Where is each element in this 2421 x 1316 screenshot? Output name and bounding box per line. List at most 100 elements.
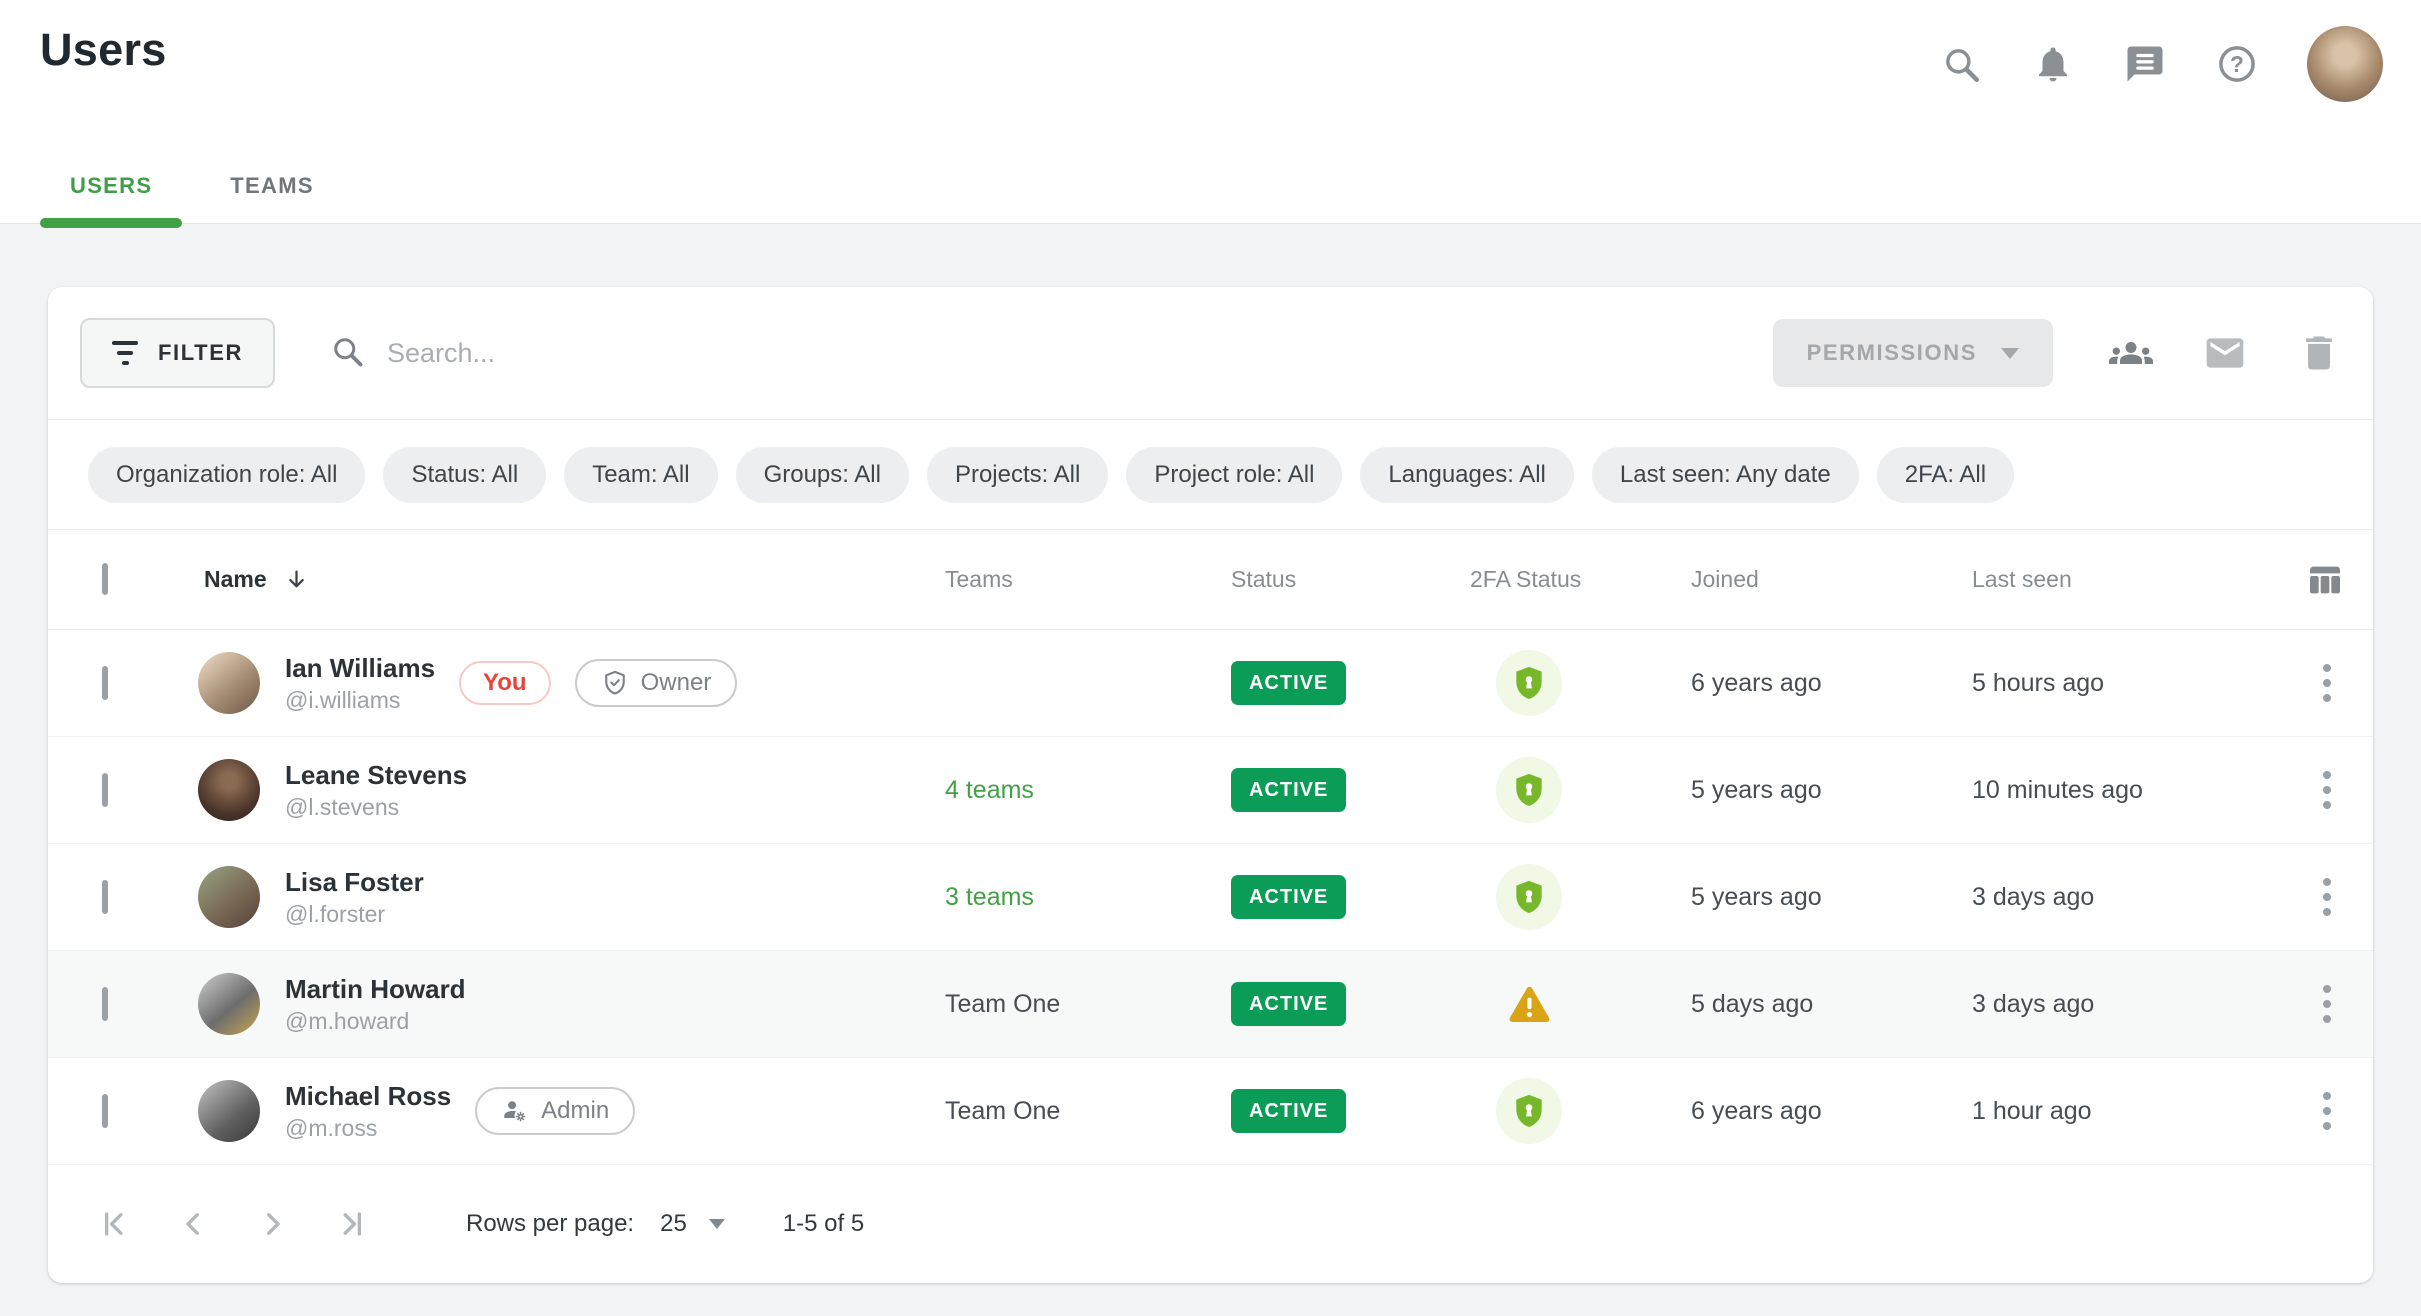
prev-page-icon[interactable] — [170, 1201, 216, 1247]
row-menu-kebab-icon[interactable] — [2315, 1084, 2339, 1138]
avatar — [198, 866, 260, 928]
avatar — [198, 973, 260, 1035]
row-checkbox[interactable] — [102, 987, 108, 1021]
rows-per-page-value: 25 — [660, 1210, 687, 1238]
admin-person-gear-icon — [501, 1097, 529, 1125]
permissions-button[interactable]: PERMISSIONS — [1773, 319, 2053, 387]
chip-last-seen[interactable]: Last seen: Any date — [1592, 447, 1859, 503]
chevron-down-icon — [2001, 348, 2019, 359]
help-icon[interactable]: ? — [2215, 42, 2259, 86]
last-seen-cell: 5 hours ago — [1972, 669, 2262, 698]
chip-projects[interactable]: Projects: All — [927, 447, 1108, 503]
table-row[interactable]: Leane Stevens @l.stevens 4 teams ACTIVE … — [48, 737, 2373, 844]
select-all-checkbox[interactable] — [102, 563, 108, 595]
first-page-icon[interactable] — [90, 1201, 136, 1247]
2fa-warning-icon — [1496, 982, 1562, 1027]
top-header: Users ? USERS TEAMS — [0, 0, 2421, 224]
search-input[interactable] — [387, 338, 947, 369]
last-seen-cell: 3 days ago — [1972, 883, 2262, 912]
column-header-joined: Joined — [1691, 566, 1972, 593]
chip-team[interactable]: Team: All — [564, 447, 717, 503]
pagination-bar: Rows per page: 25 1-5 of 5 — [48, 1165, 2373, 1283]
row-checkbox[interactable] — [102, 880, 108, 914]
row-checkbox[interactable] — [102, 1094, 108, 1128]
sort-desc-arrow-icon — [283, 566, 310, 593]
row-menu-kebab-icon[interactable] — [2315, 656, 2339, 710]
status-badge: ACTIVE — [1231, 768, 1346, 812]
tab-teams[interactable]: TEAMS — [200, 148, 344, 224]
user-name: Ian Williams — [285, 655, 435, 681]
chip-project-role[interactable]: Project role: All — [1126, 447, 1342, 503]
svg-text:?: ? — [2230, 51, 2244, 77]
last-seen-cell: 3 days ago — [1972, 990, 2262, 1019]
filter-button[interactable]: FILTER — [80, 318, 275, 388]
column-header-teams: Teams — [945, 566, 1231, 593]
joined-cell: 5 years ago — [1691, 883, 1972, 912]
notifications-bell-icon[interactable] — [2031, 42, 2075, 86]
shield-check-icon — [601, 669, 629, 697]
table-row[interactable]: Ian Williams @i.williams You Owner ACTIV… — [48, 630, 2373, 737]
tab-users[interactable]: USERS — [40, 148, 182, 224]
rows-per-page-select[interactable]: 25 — [660, 1210, 725, 1238]
chip-groups[interactable]: Groups: All — [736, 447, 909, 503]
email-icon[interactable] — [2203, 331, 2247, 375]
owner-badge-label: Owner — [641, 669, 712, 697]
table-row[interactable]: Michael Ross @m.ross Admin Team One ACTI… — [48, 1058, 2373, 1165]
avatar — [198, 652, 260, 714]
row-menu-kebab-icon[interactable] — [2315, 977, 2339, 1031]
last-page-icon[interactable] — [330, 1201, 376, 1247]
owner-badge: Owner — [575, 659, 738, 707]
joined-cell: 6 years ago — [1691, 669, 1972, 698]
column-settings-icon[interactable] — [2305, 560, 2345, 600]
avatar — [198, 1080, 260, 1142]
user-handle: @m.ross — [285, 1117, 451, 1140]
teams-link[interactable]: 4 teams — [945, 776, 1034, 804]
search-icon[interactable] — [1939, 42, 1983, 86]
column-header-status: Status — [1231, 566, 1470, 593]
profile-avatar[interactable] — [2307, 26, 2383, 102]
filter-chips-row: Organization role: All Status: All Team:… — [48, 420, 2373, 530]
next-page-icon[interactable] — [250, 1201, 296, 1247]
search-icon — [329, 333, 365, 374]
pagination-range: 1-5 of 5 — [783, 1210, 864, 1238]
user-name: Leane Stevens — [285, 762, 467, 788]
chevron-down-icon — [709, 1219, 725, 1229]
last-seen-cell: 10 minutes ago — [1972, 776, 2262, 805]
teams-cell: Team One — [945, 990, 1231, 1019]
search-area — [329, 333, 1773, 374]
chip-status[interactable]: Status: All — [383, 447, 546, 503]
column-header-name[interactable]: Name — [198, 566, 945, 593]
table-row[interactable]: Martin Howard @m.howard Team One ACTIVE … — [48, 951, 2373, 1058]
2fa-enabled-shield-icon — [1496, 864, 1562, 930]
avatar — [198, 759, 260, 821]
admin-badge-label: Admin — [541, 1097, 609, 1125]
table-header: Name Teams Status 2FA Status Joined Last… — [48, 530, 2373, 630]
joined-cell: 5 years ago — [1691, 776, 1972, 805]
row-menu-kebab-icon[interactable] — [2315, 763, 2339, 817]
user-name: Lisa Foster — [285, 869, 424, 895]
status-badge: ACTIVE — [1231, 1089, 1346, 1133]
rows-per-page-label: Rows per page: — [466, 1210, 634, 1238]
users-card: FILTER PERMISSIONS Organization role — [48, 287, 2373, 1283]
teams-link[interactable]: 3 teams — [945, 883, 1034, 911]
status-badge: ACTIVE — [1231, 661, 1346, 705]
delete-icon[interactable] — [2297, 331, 2341, 375]
user-name: Martin Howard — [285, 976, 466, 1002]
row-checkbox[interactable] — [102, 666, 108, 700]
page-title: Users — [40, 24, 167, 76]
status-badge: ACTIVE — [1231, 982, 1346, 1026]
user-name: Michael Ross — [285, 1083, 451, 1109]
you-badge: You — [459, 661, 551, 705]
chip-2fa[interactable]: 2FA: All — [1877, 447, 2014, 503]
chip-languages[interactable]: Languages: All — [1360, 447, 1573, 503]
row-checkbox[interactable] — [102, 773, 108, 807]
table-row[interactable]: Lisa Foster @l.forster 3 teams ACTIVE 5 … — [48, 844, 2373, 951]
chip-organization-role[interactable]: Organization role: All — [88, 447, 365, 503]
last-seen-cell: 1 hour ago — [1972, 1097, 2262, 1126]
chat-icon[interactable] — [2123, 42, 2167, 86]
user-handle: @i.williams — [285, 689, 435, 712]
admin-badge: Admin — [475, 1087, 635, 1135]
row-menu-kebab-icon[interactable] — [2315, 870, 2339, 924]
user-handle: @m.howard — [285, 1010, 466, 1033]
add-to-group-icon[interactable] — [2109, 331, 2153, 375]
